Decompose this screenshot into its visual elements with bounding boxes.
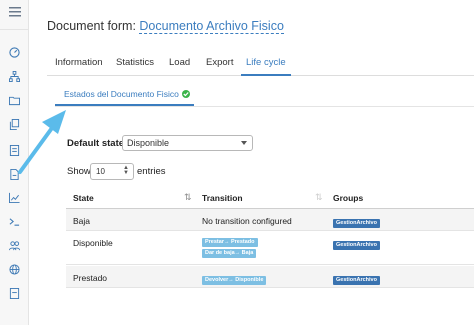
tab-information[interactable]: Information [55,52,103,76]
sidebar-divider [0,29,29,30]
file-icon[interactable] [6,166,23,182]
transition-cell: Devolver→ Disponible [202,273,267,285]
folder-icon[interactable] [6,92,23,108]
table-row[interactable]: Baja No transition configured GestionArc… [66,209,474,231]
transition-badge[interactable]: Dar de baja→ Baja [202,249,257,258]
dashboard-icon[interactable] [6,44,23,60]
terminal-icon[interactable] [6,213,23,229]
menu-icon[interactable] [6,3,23,19]
group-badge[interactable]: GestionArchivo [333,241,380,250]
group-badge[interactable]: GestionArchivo [333,276,380,285]
sort-icon[interactable]: ⇅ [315,192,323,203]
table-row[interactable]: Prestado Devolver→ Disponible GestionArc… [66,266,474,288]
column-header-groups[interactable]: Groups [333,186,363,208]
entries-value: 10 [96,167,105,176]
sitemap-icon[interactable] [6,68,23,84]
tab-statistics[interactable]: Statistics [116,52,154,76]
users-icon[interactable] [6,237,23,253]
entries-label: entries [137,166,166,177]
document-icon[interactable] [6,142,23,158]
tab-bar: Information Statistics Load Export Life … [47,52,474,76]
transition-cell: No transition configured [202,216,292,226]
transition-badge[interactable]: Devolver→ Disponible [202,276,267,285]
state-cell: Prestado [73,273,108,283]
tab-export[interactable]: Export [206,52,233,76]
chart-icon[interactable] [6,189,23,205]
page-icon[interactable] [6,285,23,301]
globe-icon[interactable] [6,261,23,277]
subtab-divider [55,106,474,107]
chevron-down-icon [241,141,247,145]
column-header-label: Transition [202,193,243,203]
state-cell: Disponible [73,238,113,248]
groups-cell: GestionArchivo [333,238,380,250]
title-prefix: Document form: [47,19,136,33]
sidebar [0,0,29,325]
transition-badge[interactable]: Prestar→ Prestado [202,238,258,247]
entries-select[interactable]: 10 ▲ ▼ [90,163,134,180]
check-circle-icon [181,90,190,98]
sort-icon[interactable]: ⇅ [184,192,192,203]
state-cell: Baja [73,216,91,226]
tab-life-cycle[interactable]: Life cycle [241,52,291,76]
updown-arrows-icon: ▲ ▼ [123,165,129,176]
groups-cell: GestionArchivo [333,216,380,228]
page-title: Document form: Documento Archivo Fisico [47,19,284,34]
default-state-select[interactable]: Disponible [122,135,253,151]
copy-icon[interactable] [6,116,23,132]
group-badge[interactable]: GestionArchivo [333,219,380,228]
table-row[interactable]: Disponible Prestar→ Prestado Dar de baja… [66,232,474,265]
transition-cell: Prestar→ Prestado Dar de baja→ Baja [202,238,258,260]
default-state-label: Default state: [67,138,128,149]
column-header-label: State [73,193,94,203]
column-header-label: Groups [333,193,364,203]
document-form-link[interactable]: Documento Archivo Fisico [139,19,284,34]
column-header-state[interactable]: State [73,186,94,208]
column-header-transition[interactable]: Transition [202,186,243,208]
subtab-label: Estados del Documento Fisico [64,89,179,99]
subtab-estados[interactable]: Estados del Documento Fisico [55,82,194,106]
tab-load[interactable]: Load [169,52,190,76]
show-label: Show [67,166,91,177]
default-state-value: Disponible [127,138,170,148]
groups-cell: GestionArchivo [333,273,380,285]
